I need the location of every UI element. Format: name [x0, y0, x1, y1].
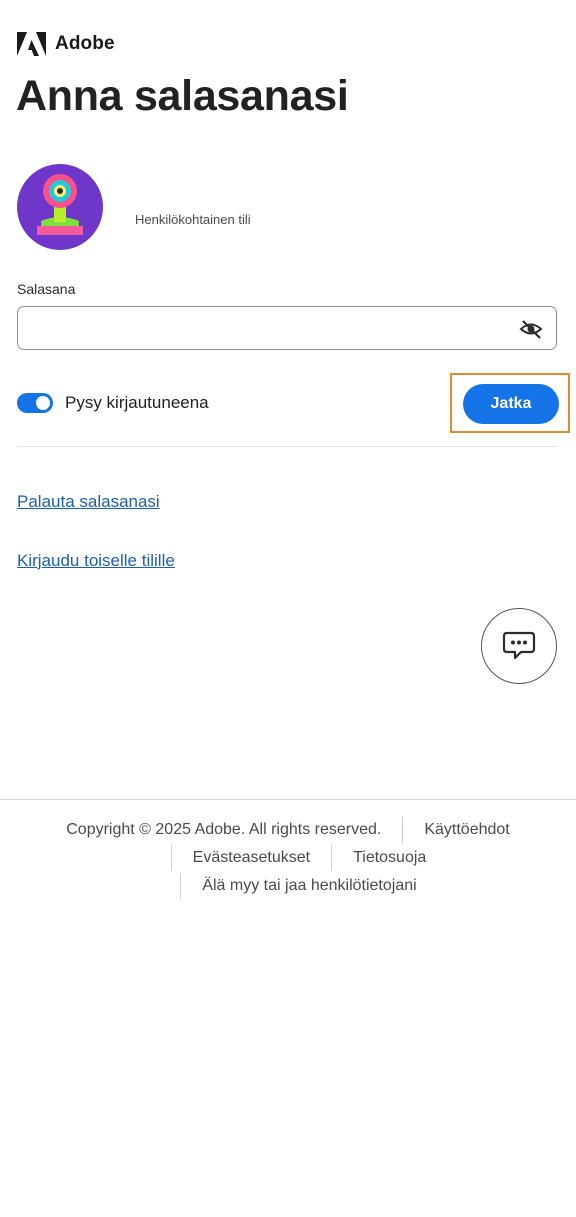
password-input[interactable]	[30, 315, 514, 343]
footer-separator	[180, 873, 182, 899]
chat-bubble-icon	[502, 631, 536, 660]
page-title: Anna salasanasi	[16, 72, 349, 120]
brand: Adobe	[17, 32, 115, 56]
copyright-text: Copyright © 2025 Adobe. All rights reser…	[66, 821, 382, 838]
adobe-logo-icon	[17, 32, 46, 56]
password-label: Salasana	[17, 281, 76, 297]
cookie-settings-link[interactable]: Evästeasetukset	[193, 849, 310, 867]
footer-row-3: Älä myy tai jaa henkilötietojani	[0, 873, 576, 899]
other-account-link[interactable]: Kirjaudu toiselle tilille	[17, 551, 175, 571]
account-type-label: Henkilökohtainen tili	[135, 212, 251, 227]
privacy-link[interactable]: Tietosuoja	[353, 849, 426, 867]
divider	[17, 446, 558, 447]
stay-signed-in-label: Pysy kirjautuneena	[65, 393, 209, 412]
toggle-knob	[36, 396, 50, 410]
do-not-sell-link[interactable]: Älä myy tai jaa henkilötietojani	[202, 877, 416, 895]
eye-slash-icon[interactable]	[518, 316, 544, 342]
reset-password-link[interactable]: Palauta salasanasi	[17, 492, 160, 512]
brand-name: Adobe	[55, 33, 115, 54]
footer-row-2: Evästeasetukset Tietosuoja	[0, 845, 576, 871]
footer-separator	[331, 845, 333, 871]
user-avatar-illustration	[37, 174, 83, 235]
continue-button[interactable]: Jatka	[463, 384, 559, 424]
stay-signed-in-toggle[interactable]	[17, 393, 53, 413]
footer-separator	[170, 845, 172, 871]
stay-signed-in-row: Pysy kirjautuneena	[17, 393, 209, 413]
footer-row-1: Copyright © 2025 Adobe. All rights reser…	[0, 817, 576, 843]
avatar	[17, 164, 103, 250]
footer-divider	[0, 799, 576, 800]
footer-separator	[402, 817, 404, 843]
chat-button[interactable]	[481, 608, 557, 684]
password-field[interactable]	[17, 306, 557, 350]
terms-link[interactable]: Käyttöehdot	[424, 821, 509, 839]
